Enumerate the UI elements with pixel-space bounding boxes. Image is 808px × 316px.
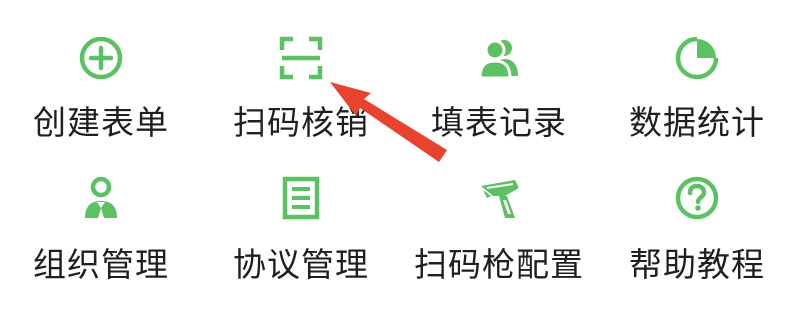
data-statistics-label: 数据统计 bbox=[629, 103, 765, 142]
users-icon bbox=[475, 34, 523, 82]
organization-management-button[interactable]: 组织管理 bbox=[0, 174, 202, 304]
scanner-gun-icon bbox=[475, 174, 523, 222]
function-menu-grid: 创建表单 扫码核销 填表记录 数据统计 组织管理 协议管理 扫码枪配置 帮助教程 bbox=[0, 0, 808, 316]
help-tutorial-button[interactable]: 帮助教程 bbox=[596, 174, 798, 304]
pie-chart-icon bbox=[673, 34, 721, 82]
scanner-config-label: 扫码枪配置 bbox=[414, 245, 584, 284]
agreement-management-label: 协议管理 bbox=[233, 245, 369, 284]
scan-verify-label: 扫码核销 bbox=[233, 103, 369, 142]
fill-records-button[interactable]: 填表记录 bbox=[398, 34, 600, 164]
create-form-label: 创建表单 bbox=[33, 103, 169, 142]
help-tutorial-label: 帮助教程 bbox=[629, 245, 765, 284]
scan-verify-button[interactable]: 扫码核销 bbox=[200, 34, 402, 164]
agreement-management-button[interactable]: 协议管理 bbox=[200, 174, 402, 304]
organization-management-label: 组织管理 bbox=[33, 245, 169, 284]
plus-circle-icon bbox=[77, 34, 125, 82]
help-circle-icon bbox=[673, 174, 721, 222]
scan-frame-icon bbox=[277, 34, 325, 82]
fill-records-label: 填表记录 bbox=[431, 103, 567, 142]
org-person-icon bbox=[77, 174, 125, 222]
create-form-button[interactable]: 创建表单 bbox=[0, 34, 202, 164]
scanner-config-button[interactable]: 扫码枪配置 bbox=[398, 174, 600, 304]
document-list-icon bbox=[277, 174, 325, 222]
data-statistics-button[interactable]: 数据统计 bbox=[596, 34, 798, 164]
